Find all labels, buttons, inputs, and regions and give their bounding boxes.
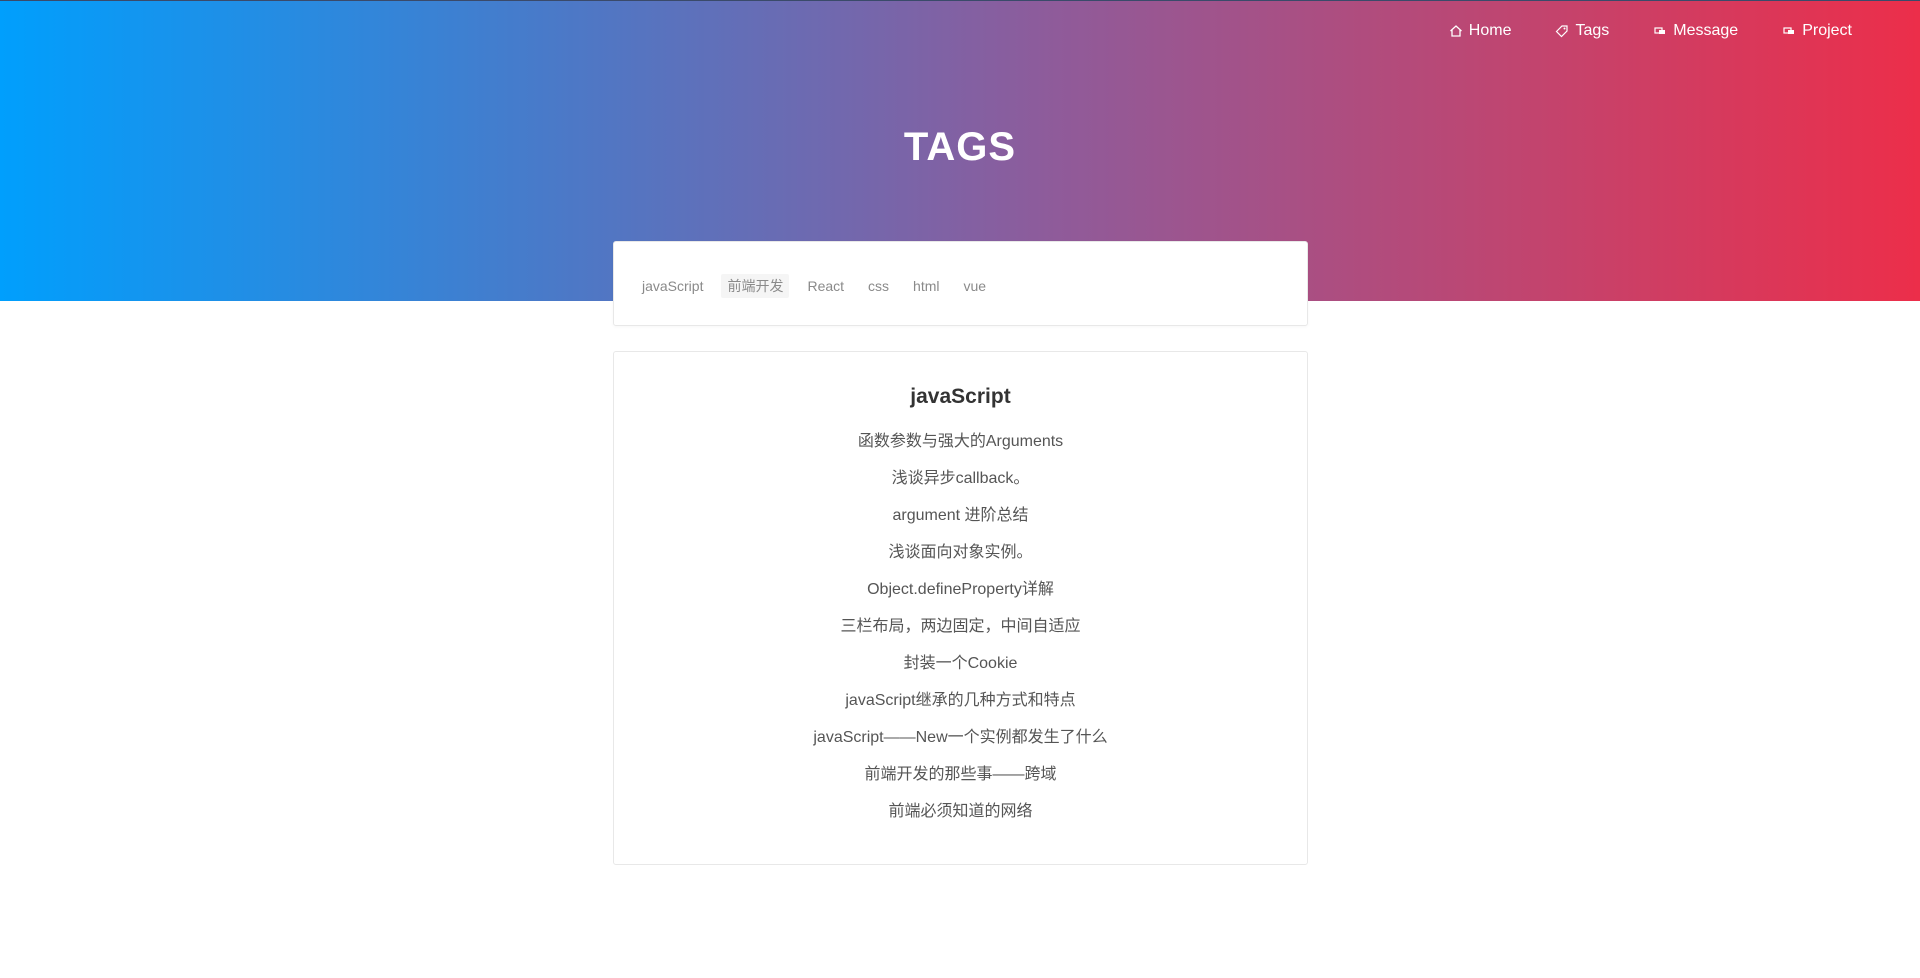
nav-message-label: Message [1673,22,1739,39]
tag-vue[interactable]: vue [958,276,993,296]
nav-tags-label: Tags [1575,22,1610,39]
post-link[interactable]: 三栏布局，两边固定，中间自适应 [614,608,1307,645]
post-link[interactable]: 浅谈异步callback。 [614,460,1307,497]
tag-icon [1556,25,1569,38]
nav-tags[interactable]: Tags [1555,21,1609,41]
tag-css[interactable]: css [862,276,895,296]
post-link[interactable]: 前端必须知道的网络 [614,793,1307,830]
tag-posts-card: javaScript 函数参数与强大的Arguments 浅谈异步callbac… [613,351,1308,865]
tag-list: javaScript 前端开发 React css html vue [614,274,1307,298]
post-link[interactable]: 封装一个Cookie [614,645,1307,682]
nav-home[interactable]: Home [1449,21,1512,41]
nav-message[interactable]: Message [1653,21,1738,41]
top-nav: Home Tags Message Project [1405,21,1852,41]
tags-card: javaScript 前端开发 React css html vue [613,241,1308,326]
post-link[interactable]: argument 进阶总结 [614,497,1307,534]
tag-react[interactable]: React [801,276,850,296]
post-link[interactable]: Object.defineProperty详解 [614,571,1307,608]
post-link[interactable]: 前端开发的那些事——跨域 [614,756,1307,793]
home-icon [1449,25,1462,37]
tag-javascript[interactable]: javaScript [636,276,709,296]
tag-html[interactable]: html [907,276,945,296]
page-title: TAGS [903,125,1017,169]
post-link[interactable]: 浅谈面向对象实例。 [614,534,1307,571]
post-link[interactable]: javaScript继承的几种方式和特点 [614,682,1307,719]
tag-section-title: javaScript [910,385,1011,408]
nav-project-label: Project [1802,22,1852,39]
nav-project[interactable]: Project [1782,21,1852,41]
project-icon [1783,27,1795,34]
nav-home-label: Home [1468,22,1512,39]
tag-frontend-dev[interactable]: 前端开发 [721,274,790,298]
post-link[interactable]: 函数参数与强大的Arguments [614,423,1307,460]
message-icon [1654,27,1666,34]
post-link[interactable]: javaScript——New一个实例都发生了什么 [614,719,1307,756]
post-list: 函数参数与强大的Arguments 浅谈异步callback。 argument… [614,423,1307,830]
